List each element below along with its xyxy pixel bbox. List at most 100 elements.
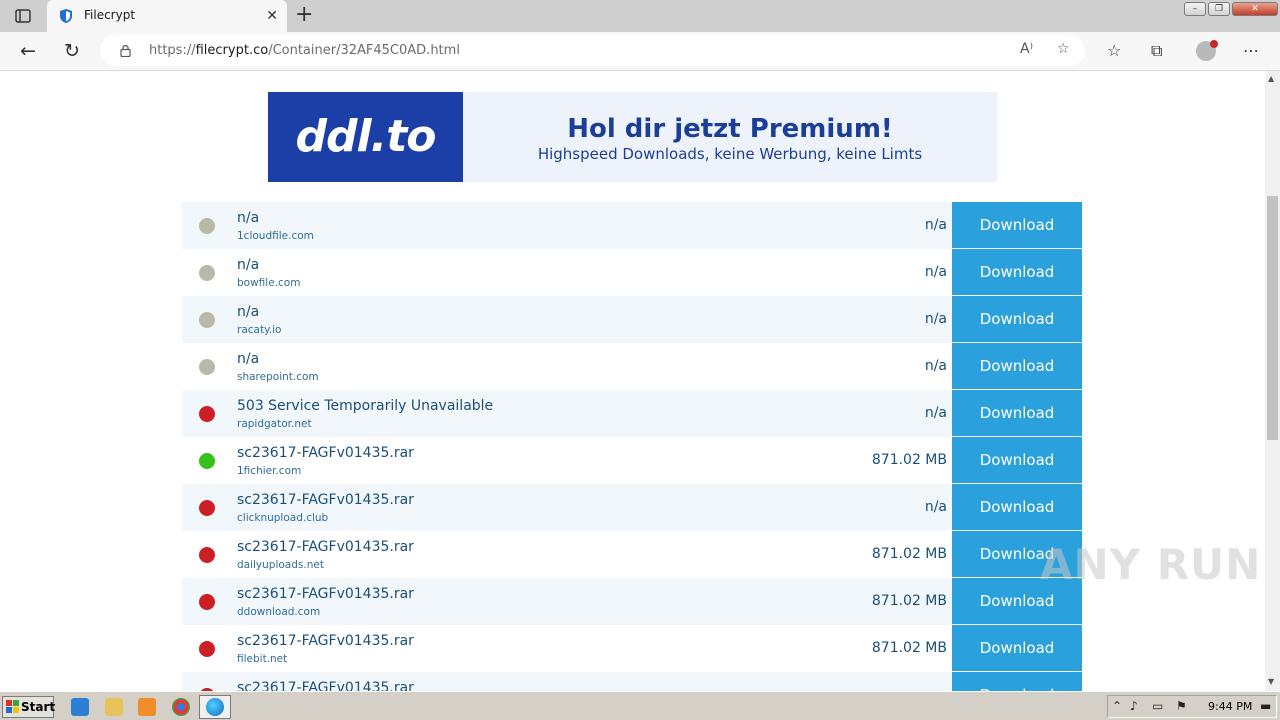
status-dot-icon — [199, 265, 215, 281]
volume-icon[interactable]: ♪ — [1130, 699, 1138, 713]
file-size: n/a — [924, 499, 947, 515]
link-row: n/a racaty.io n/a Download — [182, 296, 1082, 343]
premium-banner[interactable]: ddl.to Hol dir jetzt Premium! Highspeed … — [268, 92, 997, 182]
link-row: sc23617-FAGFv01435.rar dailyuploads.net 87… — [182, 531, 1082, 578]
file-name: n/a — [237, 210, 260, 226]
hoster-name: ddownload.com — [237, 606, 321, 618]
profile-avatar[interactable] — [1196, 40, 1218, 61]
address-bar: ← ↻ https://filecrypt.co/Container/32AF4… — [0, 32, 1280, 71]
status-dot-icon — [199, 218, 215, 234]
windows-flag-icon — [6, 700, 19, 713]
file-name: sc23617-FAGFv01435.rar — [237, 445, 414, 461]
show-desktop-icon[interactable]: ▬ — [1260, 699, 1271, 713]
download-link-list: n/a 1cloudfile.com n/a Download n/a bowfile.c… — [182, 202, 1082, 691]
file-size: n/a — [924, 217, 947, 233]
tab-close-button[interactable]: ✕ — [266, 6, 278, 26]
lock-icon[interactable] — [120, 44, 131, 57]
url-box[interactable]: https://filecrypt.co/Container/32AF45C0A… — [100, 35, 1085, 66]
scroll-down-arrow-icon[interactable]: ▼ — [1268, 677, 1274, 686]
file-explorer-icon[interactable] — [105, 698, 123, 716]
download-button[interactable]: Download — [952, 296, 1082, 342]
file-size: 871.02 MB — [871, 546, 947, 562]
scroll-up-arrow-icon[interactable]: ▲ — [1268, 74, 1274, 83]
link-row: n/a sharepoint.com n/a Download — [182, 343, 1082, 390]
status-dot-icon — [199, 500, 215, 516]
network-icon[interactable]: ▭ — [1152, 699, 1163, 713]
edge-taskbar-button[interactable] — [199, 695, 231, 719]
minimize-button[interactable]: – — [1184, 2, 1206, 16]
hoster-name: 1cloudfile.com — [237, 230, 314, 242]
start-button[interactable]: Start — [2, 696, 56, 718]
file-name: 503 Service Temporarily Unavailable — [237, 398, 494, 414]
status-dot-icon — [199, 406, 215, 422]
refresh-icon[interactable]: ↻ — [61, 40, 83, 62]
internet-explorer-icon[interactable] — [71, 698, 89, 716]
link-row: sc23617-FAGFv01435.rar clicknupload.club n… — [182, 484, 1082, 531]
hoster-name: racaty.io — [237, 324, 282, 336]
page-scrollbar[interactable]: ▲ ▼ — [1265, 71, 1280, 691]
link-row: sc23617-FAGFv01435.rar Download — [182, 672, 1082, 691]
file-name: sc23617-FAGFv01435.rar — [237, 492, 414, 508]
hoster-name: filebit.net — [237, 653, 288, 665]
more-menu-icon[interactable]: ⋯ — [1243, 40, 1259, 62]
file-size: n/a — [924, 264, 947, 280]
add-favorite-icon[interactable]: ☆ — [1057, 41, 1070, 57]
download-button[interactable]: Download — [952, 484, 1082, 530]
download-button[interactable]: Download — [952, 202, 1082, 248]
tab-filecrypt[interactable]: Filecrypt ✕ — [47, 0, 287, 32]
action-center-flag-icon[interactable]: ⚑ — [1176, 699, 1187, 713]
download-button[interactable]: Download — [952, 672, 1082, 691]
read-aloud-icon[interactable]: A⁾ — [1020, 41, 1033, 57]
back-arrow-icon[interactable]: ← — [17, 40, 39, 62]
download-button[interactable]: Download — [952, 437, 1082, 483]
tab-title: Filecrypt — [84, 8, 136, 22]
download-button[interactable]: Download — [952, 249, 1082, 295]
media-player-icon[interactable] — [138, 698, 156, 716]
link-row: n/a bowfile.com n/a Download — [182, 249, 1082, 296]
download-button[interactable]: Download — [952, 390, 1082, 436]
hoster-name: sharepoint.com — [237, 371, 319, 383]
status-dot-icon — [199, 594, 215, 610]
banner-subline: Highspeed Downloads, keine Werbung, kein… — [537, 145, 923, 163]
hoster-name: dailyuploads.net — [237, 559, 324, 571]
link-row: 503 Service Temporarily Unavailable rapid… — [182, 390, 1082, 437]
status-dot-icon — [199, 641, 215, 657]
file-name: sc23617-FAGFv01435.rar — [237, 586, 414, 602]
banner-headline: Hol dir jetzt Premium! — [567, 114, 893, 144]
collections-icon[interactable]: ⧉ — [1151, 40, 1162, 62]
favorites-icon[interactable]: ☆ — [1107, 40, 1121, 62]
anyrun-watermark: ANY RUN — [1040, 540, 1262, 589]
system-tray: ⌃ ♪ ▭ ⚑ 9:44 PM ▬ — [1107, 695, 1277, 718]
chrome-icon[interactable] — [172, 698, 190, 716]
hoster-name: rapidgator.net — [237, 418, 312, 430]
file-name: n/a — [237, 257, 260, 273]
restore-button[interactable]: ❐ — [1208, 2, 1230, 16]
file-name: sc23617-FAGFv01435.rar — [237, 633, 414, 649]
scroll-thumb[interactable] — [1267, 196, 1278, 440]
page-viewport: ddl.to Hol dir jetzt Premium! Highspeed … — [0, 71, 1265, 691]
file-size: n/a — [924, 311, 947, 327]
status-dot-icon — [199, 359, 215, 375]
url-path: /Container/32AF45C0AD.html — [268, 43, 460, 58]
tab-actions-icon[interactable] — [14, 7, 32, 25]
url-text[interactable]: https://filecrypt.co/Container/32AF45C0A… — [149, 43, 460, 58]
status-dot-icon — [199, 312, 215, 328]
tab-bar: Filecrypt ✕ + – ❐ ✕ — [0, 0, 1280, 32]
file-name: sc23617-FAGFv01435.rar — [237, 539, 414, 555]
file-name: n/a — [237, 351, 260, 367]
file-name: n/a — [237, 304, 260, 320]
link-row: sc23617-FAGFv01435.rar ddownload.com 871.0… — [182, 578, 1082, 625]
tray-expand-icon[interactable]: ⌃ — [1112, 699, 1122, 713]
file-size: 871.02 MB — [871, 640, 947, 656]
shield-icon — [60, 9, 72, 23]
hoster-name: bowfile.com — [237, 277, 301, 289]
new-tab-button[interactable]: + — [295, 3, 313, 27]
file-size: n/a — [924, 358, 947, 374]
start-label: Start — [21, 700, 56, 714]
download-button[interactable]: Download — [952, 625, 1082, 671]
link-row: sc23617-FAGFv01435.rar filebit.net 871.02 … — [182, 625, 1082, 672]
download-button[interactable]: Download — [952, 343, 1082, 389]
url-domain: filecrypt.co — [195, 43, 269, 58]
file-name: sc23617-FAGFv01435.rar — [237, 680, 414, 691]
window-close-button[interactable]: ✕ — [1232, 2, 1278, 16]
